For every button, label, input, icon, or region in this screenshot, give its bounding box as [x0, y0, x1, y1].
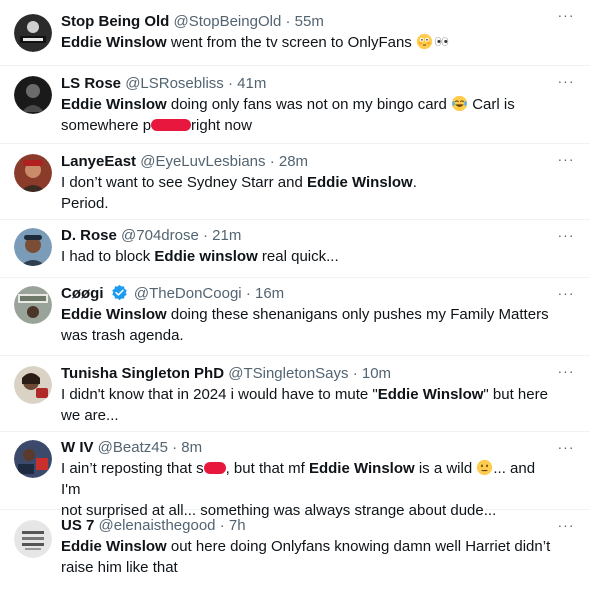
user-handle[interactable]: @TheDonCoogi — [134, 285, 242, 302]
display-name[interactable]: W IV — [61, 439, 94, 456]
tweet-text-part: doing only fans was not on my bingo card — [166, 96, 452, 113]
tweet-text-part: Period. — [61, 195, 109, 212]
separator-dot: · — [269, 153, 275, 170]
tweet-text: Eddie Winslow went from the tv screen to… — [61, 32, 554, 53]
display-name[interactable]: Stop Being Old — [61, 13, 169, 30]
tweet-text-part: raise him like that — [61, 559, 178, 576]
more-options-icon[interactable]: ··· — [556, 74, 576, 96]
tweet-text-part: " but here — [483, 386, 548, 403]
tweet-feed: Stop Being Old @StopBeingOld · 55m Eddie… — [0, 0, 590, 592]
user-handle[interactable]: @704drose — [121, 227, 199, 244]
tweet-text: Eddie Winslow doing only fans was not on… — [61, 94, 554, 136]
timestamp[interactable]: 41m — [237, 75, 266, 92]
eyes-emoji-icon — [434, 36, 449, 47]
neutral-face-emoji-icon — [477, 459, 493, 476]
tweet-text-part: . — [412, 174, 417, 191]
separator-dot: · — [172, 439, 178, 456]
timestamp[interactable]: 8m — [181, 439, 202, 456]
separator-dot: · — [202, 227, 208, 244]
timestamp[interactable]: 28m — [279, 153, 308, 170]
avatar[interactable] — [14, 76, 52, 114]
display-name[interactable]: LanyeEast — [61, 153, 136, 170]
tweet-text-bold: Eddie Winslow — [61, 96, 167, 113]
tweet-text: I don’t want to see Sydney Starr and Edd… — [61, 172, 554, 214]
tweet-text-part: went from the tv screen to OnlyFans — [166, 34, 416, 51]
more-options-icon[interactable]: ··· — [556, 286, 576, 308]
timestamp[interactable]: 21m — [212, 227, 241, 244]
user-handle[interactable]: @Beatz45 — [98, 439, 168, 456]
tweet-card[interactable]: LS Rose @LSRosebliss · 41m Eddie Winslow… — [0, 66, 590, 144]
tweet-text-bold: Eddie Winslow — [377, 386, 484, 403]
more-options-icon[interactable]: ··· — [556, 152, 576, 174]
avatar[interactable] — [14, 228, 52, 266]
tweet-text-bold: Eddie Winslow — [61, 306, 167, 323]
tweet-card[interactable]: Stop Being Old @StopBeingOld · 55m Eddie… — [0, 0, 590, 66]
redaction-mark — [203, 462, 226, 474]
timestamp[interactable]: 7h — [229, 517, 246, 534]
avatar[interactable] — [14, 520, 52, 558]
tweet-text: Eddie Winslow out here doing Onlyfans kn… — [61, 536, 554, 578]
avatar[interactable] — [14, 440, 52, 478]
more-options-icon[interactable]: ··· — [556, 440, 576, 462]
tweet-text-bold: Eddie winslow — [154, 248, 258, 265]
display-name[interactable]: US 7 — [61, 517, 94, 534]
avatar[interactable] — [14, 366, 52, 404]
tweet-card[interactable]: W IV @Beatz45 · 8m I ain’t reposting tha… — [0, 432, 590, 519]
timestamp[interactable]: 10m — [362, 365, 391, 382]
more-options-icon[interactable]: ··· — [556, 518, 576, 540]
tweet-text-part: I don’t want to see Sydney Starr and — [61, 174, 307, 191]
tweet-card[interactable]: LanyeEast @EyeLuvLesbians · 28m I don’t … — [0, 144, 590, 220]
user-handle[interactable]: @EyeLuvLesbians — [140, 153, 265, 170]
separator-dot: · — [352, 365, 358, 382]
timestamp[interactable]: 55m — [295, 13, 324, 30]
tweet-text-bold: Eddie Winslow — [306, 174, 413, 191]
tweet-text-part: real quick... — [257, 248, 339, 265]
user-handle[interactable]: @TSingletonSays — [228, 365, 348, 382]
tweet-text-bold: Eddie Winslow — [308, 460, 415, 477]
display-name[interactable]: D. Rose — [61, 227, 117, 244]
tweet-card[interactable]: Tunisha Singleton PhD @TSingletonSays · … — [0, 356, 590, 432]
avatar[interactable] — [14, 286, 52, 324]
tweet-text-part: I didn't know that in 2024 i would have … — [61, 386, 378, 403]
timestamp[interactable]: 16m — [255, 285, 284, 302]
user-handle[interactable]: @LSRosebliss — [125, 75, 224, 92]
more-options-icon[interactable]: ··· — [556, 228, 576, 250]
tweet-text-part: I had to block — [61, 248, 155, 265]
separator-dot: · — [245, 285, 251, 302]
tweet-text-part: we are... — [61, 407, 119, 424]
display-name[interactable]: Cøøgi — [61, 285, 104, 302]
redaction-mark — [151, 119, 192, 131]
tweet-text-bold: Eddie Winslow — [61, 34, 167, 51]
more-options-icon[interactable]: ··· — [556, 364, 576, 386]
user-handle[interactable]: @elenaisthegood — [99, 517, 216, 534]
tweet-text-part: , but that mf — [225, 460, 309, 477]
tweet-text-part: out here doing Onlyfans knowing damn wel… — [166, 538, 551, 555]
tweet-text: I had to block Eddie winslow real quick.… — [61, 246, 554, 267]
tweet-text-part: I ain’t reposting that s — [61, 460, 204, 477]
user-handle[interactable]: @StopBeingOld — [174, 13, 282, 30]
tweet-text-bold: Eddie Winslow — [61, 538, 167, 555]
avatar[interactable] — [14, 14, 52, 52]
tweet-text: Eddie Winslow doing these shenanigans on… — [61, 304, 554, 346]
flushed-face-emoji-icon — [416, 33, 433, 50]
more-options-icon[interactable]: ··· — [556, 8, 576, 30]
tweet-card[interactable]: D. Rose @704drose · 21m I had to block E… — [0, 220, 590, 278]
verified-badge-icon — [111, 284, 127, 301]
tweet-text-part: is a wild — [414, 460, 477, 477]
display-name[interactable]: Tunisha Singleton PhD — [61, 365, 224, 382]
tweet-text: I didn't know that in 2024 i would have … — [61, 384, 554, 426]
tweet-card[interactable]: Cøøgi @TheDonCoogi · 16m Eddie Winslow d… — [0, 278, 590, 356]
separator-dot: · — [219, 517, 225, 534]
tweet-text-part: was trash agenda. — [61, 327, 184, 344]
tweet-text-part: doing these shenanigans only pushes my F… — [166, 306, 549, 323]
separator-dot: · — [285, 13, 291, 30]
face-with-tears-of-joy-emoji-icon — [451, 95, 468, 112]
display-name[interactable]: LS Rose — [61, 75, 121, 92]
avatar[interactable] — [14, 154, 52, 192]
separator-dot: · — [227, 75, 233, 92]
tweet-text-part: right now — [191, 117, 252, 134]
tweet-card[interactable]: US 7 @elenaisthegood · 7h Eddie Winslow … — [0, 510, 590, 592]
